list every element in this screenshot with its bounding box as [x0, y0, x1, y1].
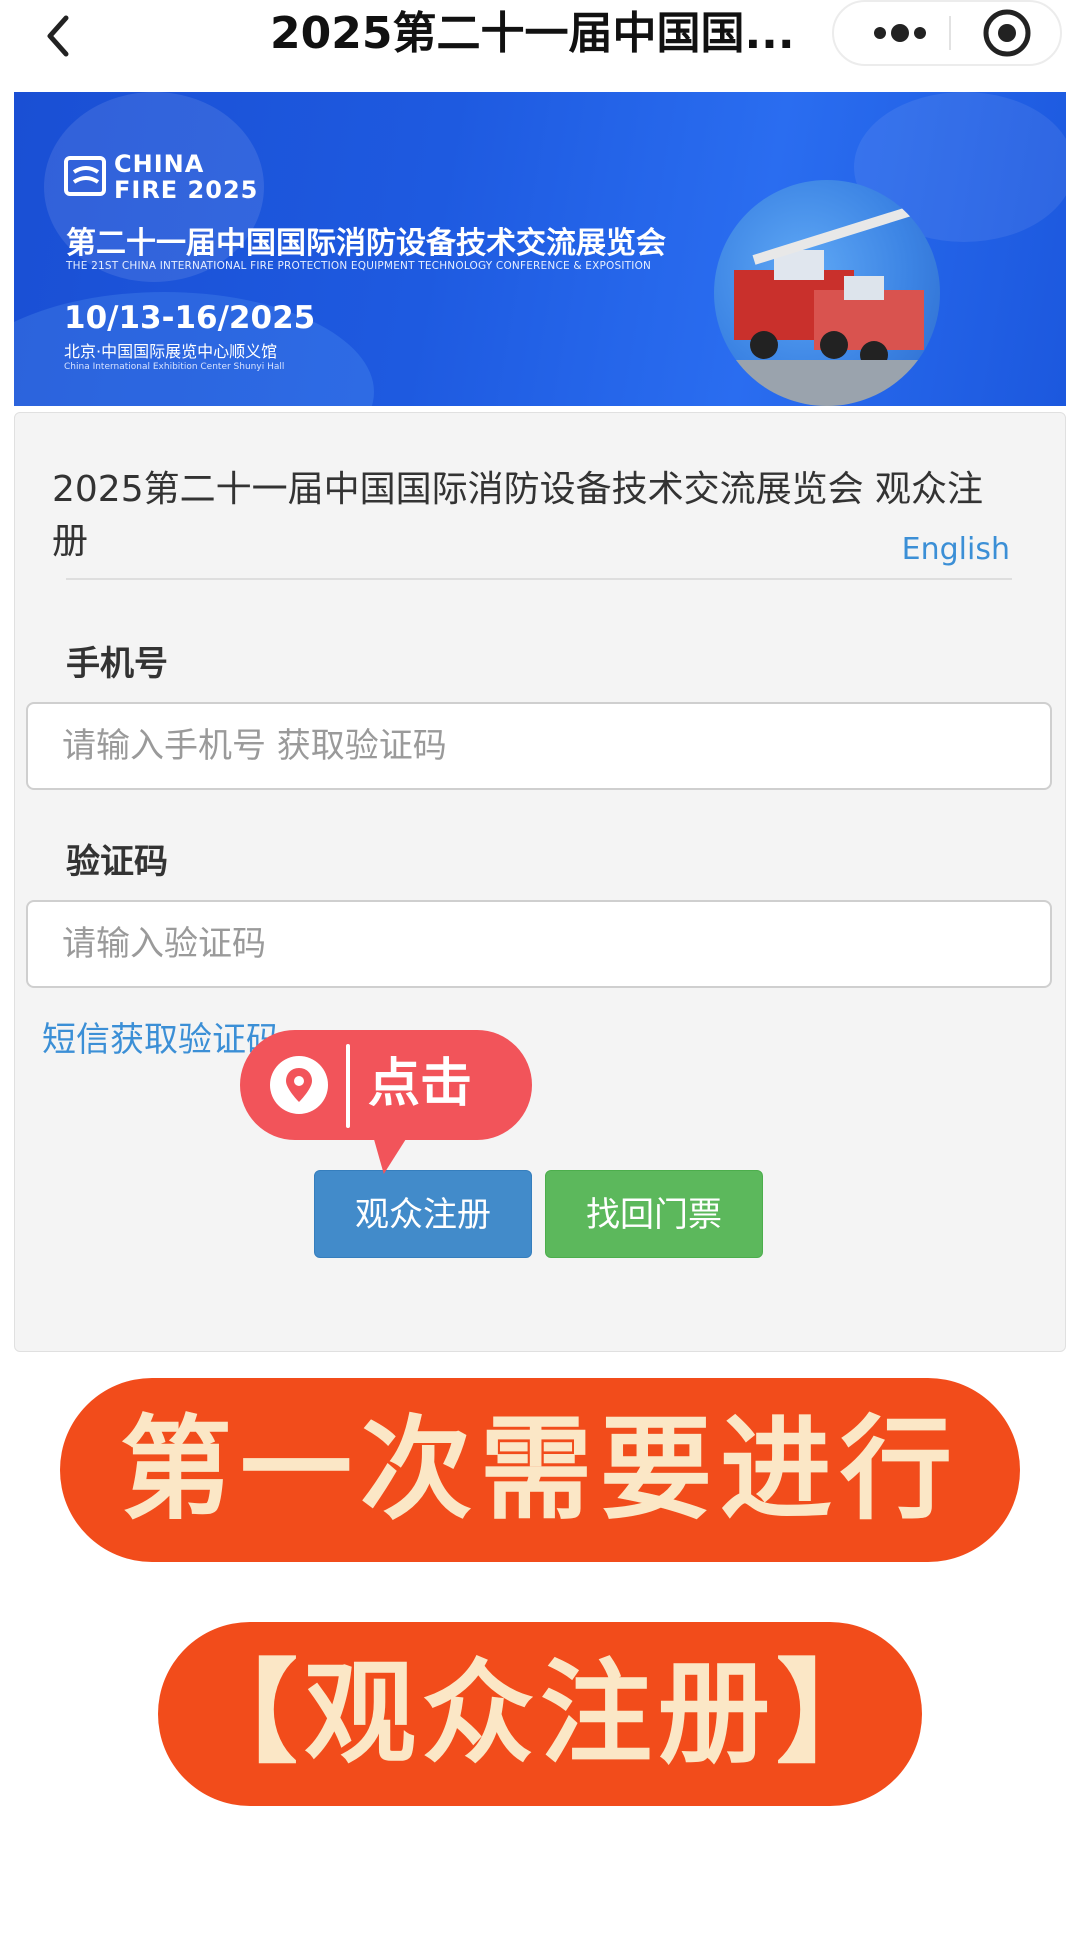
- phone-input[interactable]: [26, 702, 1052, 790]
- navigation-bar: 2025第二十一届中国国...: [0, 0, 1080, 92]
- banner-title: 第二十一届中国国际消防设备技术交流展览会: [66, 226, 666, 261]
- logo-text: FIRE 2025: [114, 176, 259, 204]
- fire-truck-photo: [714, 180, 940, 406]
- event-banner: CHINA FIRE 2025 第二十一届中国国际消防设备技术交流展览会 THE…: [14, 92, 1066, 406]
- banner-subtitle: THE 21ST CHINA INTERNATIONAL FIRE PROTEC…: [66, 260, 652, 272]
- code-label: 验证码: [66, 842, 168, 882]
- caption-line-1: 第一次需要进行: [60, 1378, 1020, 1562]
- location-pin-icon: [270, 1056, 328, 1114]
- phone-label: 手机号: [66, 644, 168, 684]
- chevron-left-icon[interactable]: [30, 6, 90, 66]
- logo-text: CHINA: [114, 150, 205, 178]
- mini-program-capsule: [832, 0, 1062, 66]
- banner-venue: 北京·中国国际展览中心顺义馆: [64, 342, 278, 361]
- callout-divider: [346, 1044, 350, 1128]
- more-dots-icon[interactable]: [852, 2, 944, 64]
- page-title: 2025第二十一届中国国...: [270, 8, 795, 59]
- divider: [66, 578, 1012, 580]
- verification-code-input[interactable]: [26, 900, 1052, 988]
- china-fire-logo-icon: [64, 154, 108, 198]
- target-circle-icon[interactable]: [969, 2, 1049, 64]
- sms-code-link[interactable]: 短信获取验证码: [42, 1012, 280, 1061]
- retrieve-ticket-button[interactable]: 找回门票: [545, 1170, 763, 1258]
- form-title: 2025第二十一届中国国际消防设备技术交流展览会 观众注册: [52, 469, 984, 562]
- callout-text: 点击: [368, 1054, 473, 1114]
- capsule-divider: [949, 16, 951, 50]
- click-callout: 点击: [240, 1030, 532, 1140]
- banner-venue-english: China International Exhibition Center Sh…: [64, 362, 285, 372]
- caption-line-2: 【观众注册】: [158, 1622, 922, 1806]
- language-switch-link[interactable]: English: [902, 532, 1010, 567]
- visitor-register-button[interactable]: 观众注册: [314, 1170, 532, 1258]
- banner-dates: 10/13-16/2025: [64, 300, 316, 336]
